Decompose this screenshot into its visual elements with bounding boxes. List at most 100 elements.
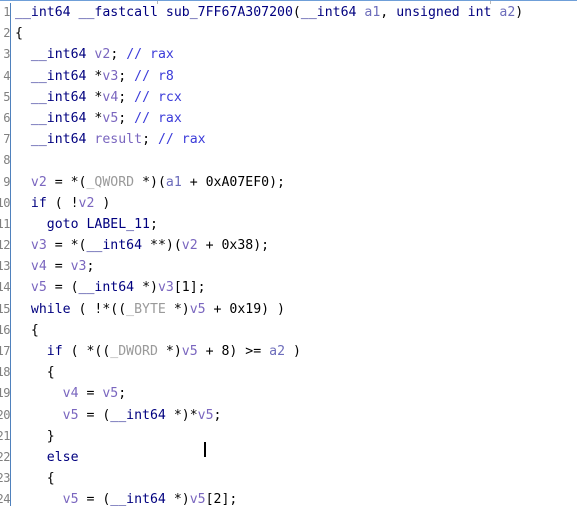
token-p (15, 238, 31, 253)
token-arg: a1 (165, 174, 182, 190)
token-k: if (46, 344, 63, 359)
token-k: if (30, 195, 47, 211)
token-p: + 0xA07EF0); (181, 174, 285, 190)
code-line[interactable]: 15 while ( !*((_BYTE *)v5 + 0x19) ) (0, 299, 577, 320)
code-line-text: v5 = (__int64 *)*v5; (15, 405, 222, 426)
token-p: + 0x38); (197, 238, 270, 254)
token-var: v2 (181, 238, 198, 254)
token-p: ; (118, 110, 135, 126)
token-k: __int64 (30, 68, 95, 84)
code-line[interactable]: 21 } (0, 426, 577, 447)
gutter-rule (10, 3, 11, 506)
token-cmt: // rax (157, 132, 206, 148)
line-number: 19 (0, 386, 10, 401)
token-p: = (46, 259, 71, 275)
token-ty: _QWORD (86, 174, 135, 190)
line-number: 18 (0, 365, 10, 380)
token-arg: a2 (499, 5, 516, 20)
token-p (15, 344, 47, 359)
token-p (15, 408, 63, 423)
token-lbl: LABEL_11 (86, 216, 151, 232)
code-line[interactable]: 14 v5 = (__int64 *)v3[1]; (0, 277, 577, 298)
code-line[interactable]: 9 v2 = *(_QWORD *)(a1 + 0xA07EF0); (0, 172, 577, 193)
code-line[interactable]: 20 v5 = (__int64 *)*v5; (0, 405, 577, 426)
token-p: ) (94, 195, 111, 211)
token-var: v2 (30, 174, 47, 190)
code-line[interactable]: 18 { (0, 362, 577, 383)
token-p: { (15, 471, 55, 487)
token-var: v4 (102, 89, 119, 105)
code-line-text: { (15, 320, 39, 341)
code-line-text: if ( !v2 ) (15, 193, 110, 214)
token-ty: _BYTE (126, 301, 166, 317)
code-line[interactable]: 6 __int64 *v5; // rax (0, 108, 577, 129)
code-line-text: __int64 *v5; // rax (15, 108, 182, 129)
code-line[interactable]: 12 v3 = *(__int64 **)(v2 + 0x38); (0, 235, 577, 256)
token-p: ; (118, 386, 127, 402)
line-number: 23 (0, 471, 10, 486)
token-p (15, 132, 31, 147)
token-var: v5 (62, 407, 79, 423)
code-line[interactable]: 22 else (0, 447, 577, 468)
token-p: ; (118, 89, 135, 105)
token-var: v5 (102, 386, 119, 402)
code-line[interactable]: 24 v5 = (__int64 *)v5[2]; (0, 489, 577, 506)
line-number: 22 (0, 449, 10, 464)
code-line[interactable]: 16 { (0, 320, 577, 341)
token-p: *)* (165, 407, 198, 423)
pseudocode-view[interactable]: 1 __int64 __fastcall sub_7FF67A307200(__i… (0, 0, 577, 506)
line-number: 4 (3, 68, 10, 83)
token-k: goto (46, 216, 79, 232)
code-line[interactable]: 13 v4 = v3; (0, 256, 577, 277)
code-line-text: while ( !*((_BYTE *)v5 + 0x19) ) (15, 299, 285, 320)
token-k: __int64 (15, 5, 79, 20)
token-cmt: // rax (126, 47, 174, 63)
code-line-text: } (15, 426, 55, 447)
line-number: 17 (0, 344, 10, 358)
token-p: **)( (142, 238, 182, 254)
token-var: v5 (102, 110, 119, 126)
token-p: ( ! (46, 195, 79, 211)
line-number: 20 (0, 407, 10, 422)
token-p: ; (142, 132, 158, 148)
code-line-text: __int64 __fastcall sub_7FF67A307200(__in… (15, 2, 523, 23)
code-area[interactable]: 1 __int64 __fastcall sub_7FF67A307200(__i… (0, 2, 577, 506)
token-p (15, 492, 63, 506)
token-p (15, 47, 31, 62)
code-line[interactable]: 2{ (0, 23, 577, 44)
line-number: 12 (0, 238, 10, 253)
token-var: v3 (157, 280, 174, 296)
code-line[interactable]: 23 { (0, 468, 577, 489)
code-line[interactable]: 19 v4 = v5; (0, 383, 577, 404)
line-number: 5 (3, 89, 10, 104)
code-line[interactable]: 17 if ( *((_DWORD *)v5 + 8) >= a2 ) (0, 341, 577, 362)
code-line-text: else (15, 447, 79, 468)
code-line[interactable]: 7 __int64 result; // rax (0, 129, 577, 150)
code-line[interactable]: 3 __int64 v2; // rax (0, 44, 577, 65)
token-p (15, 302, 31, 317)
code-line[interactable]: 11 goto LABEL_11; (0, 214, 577, 235)
token-var: v5 (30, 280, 47, 296)
token-p: + 0x19) ) (205, 301, 285, 317)
code-line-list: 1 __int64 __fastcall sub_7FF67A307200(__i… (0, 2, 577, 506)
token-var: result (94, 132, 143, 148)
code-line-text: { (15, 23, 23, 44)
token-k: __int64 (110, 407, 166, 423)
code-line[interactable]: 5 __int64 *v4; // rcx (0, 87, 577, 108)
code-line[interactable]: 10 if ( !v2 ) (0, 193, 577, 214)
token-var: v4 (62, 386, 79, 402)
line-number: 24 (0, 492, 10, 506)
token-p: ; (86, 259, 95, 275)
token-p: ( (292, 5, 301, 20)
code-line-text: v5 = (__int64 *)v5[2]; (15, 489, 238, 506)
token-p: = ( (78, 407, 111, 423)
code-line[interactable]: 4 __int64 *v3; // r8 (0, 66, 577, 87)
token-var: v3 (102, 68, 119, 84)
code-line[interactable]: 1 __int64 __fastcall sub_7FF67A307200(__i… (0, 2, 577, 23)
token-k: __fastcall (78, 5, 166, 20)
token-var: v3 (30, 238, 47, 254)
code-line[interactable]: 8 (0, 150, 577, 171)
code-line-text: { (15, 362, 55, 383)
token-k: __int64 (30, 110, 95, 126)
line-number: 11 (0, 216, 10, 231)
